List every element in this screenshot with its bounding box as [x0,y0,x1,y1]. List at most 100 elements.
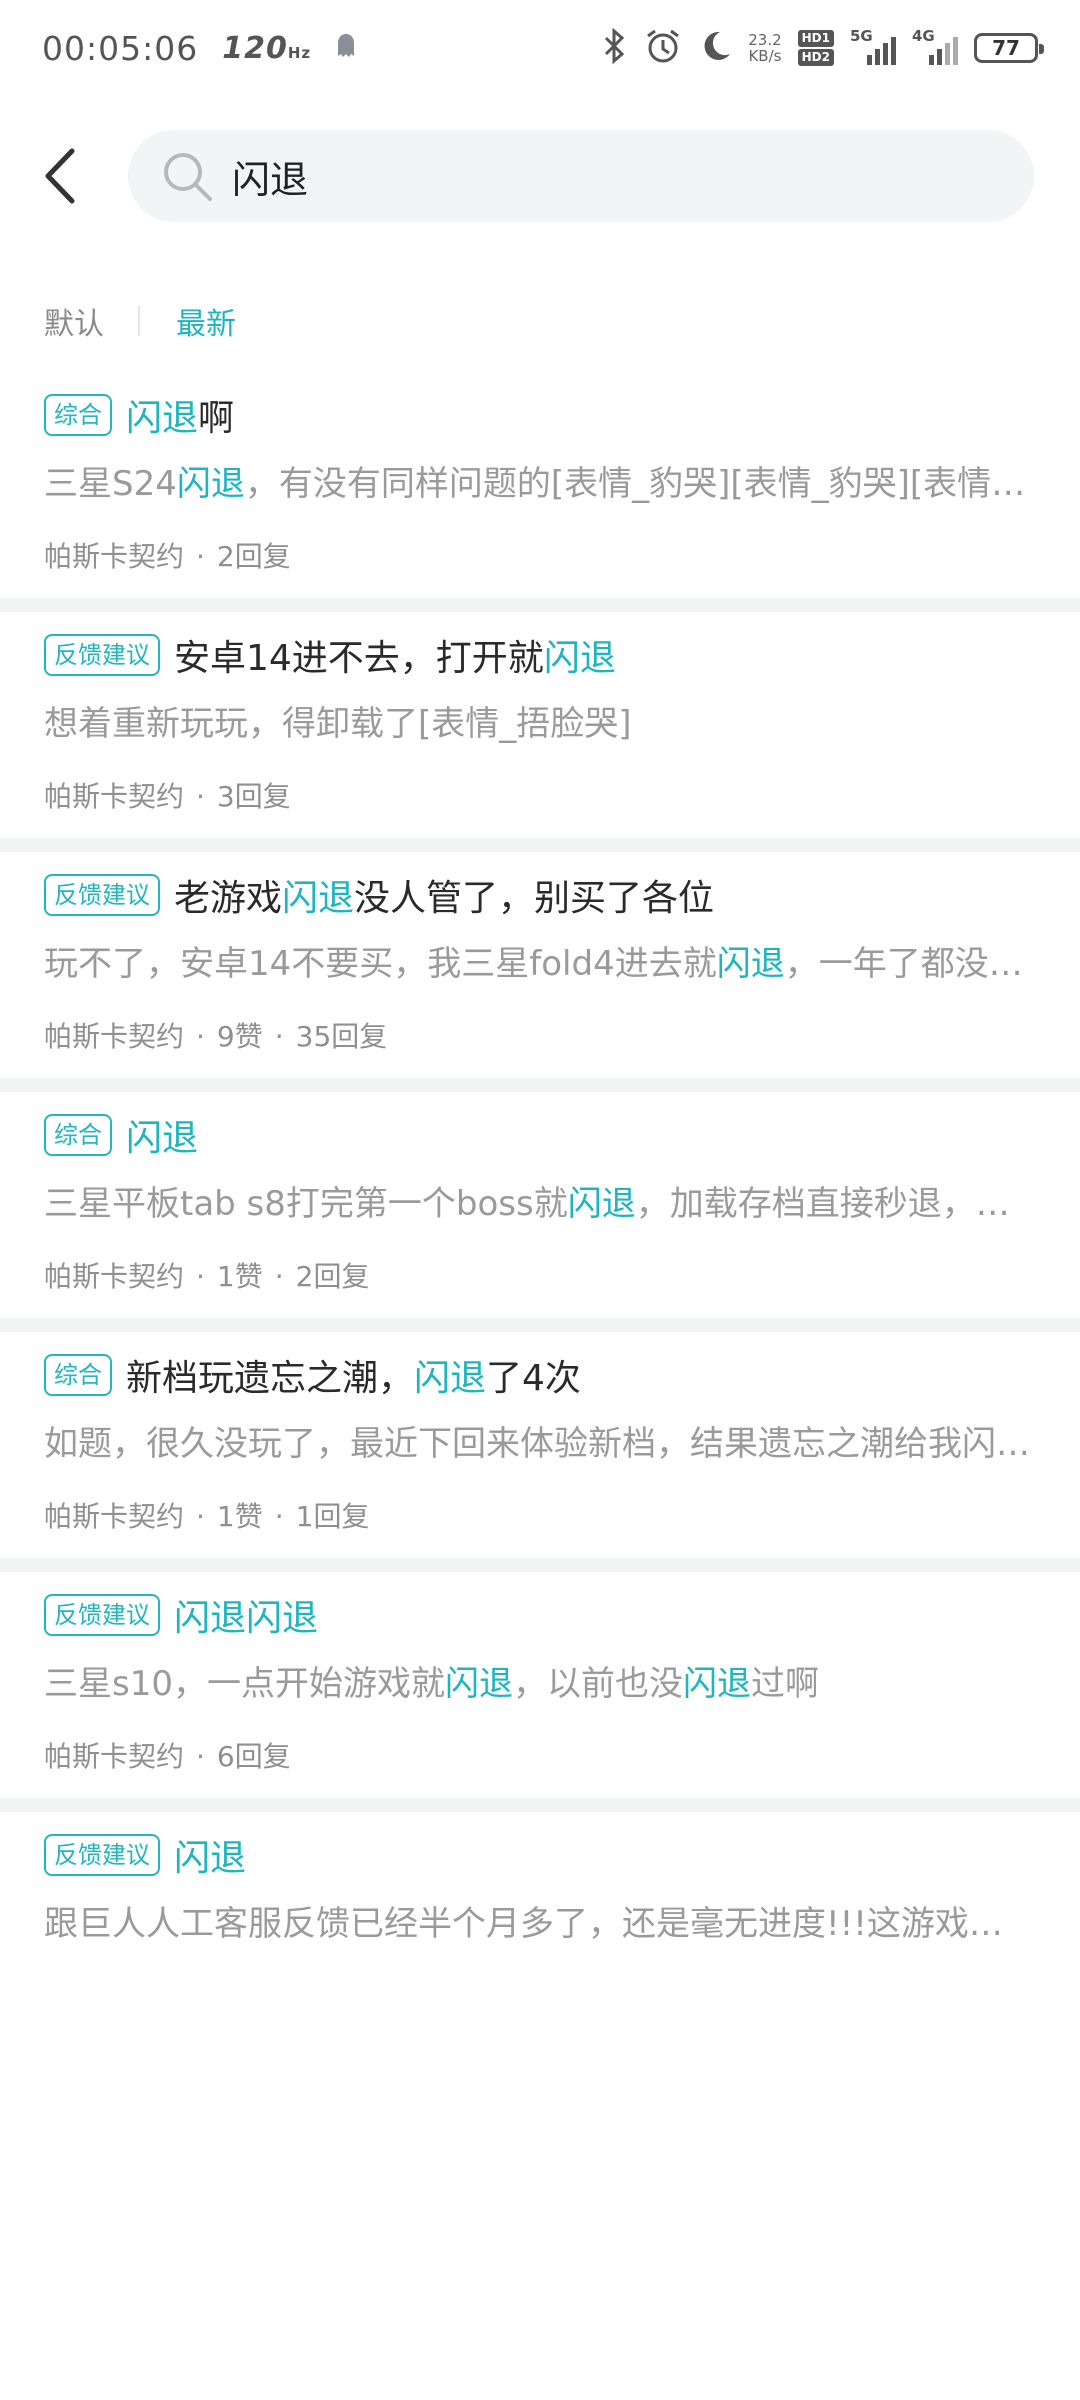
bluetooth-icon [602,27,628,68]
hd-indicator: HD1 HD2 [797,30,834,66]
post-meta: 帕斯卡契约 · 9赞 · 35回复 [44,996,1036,1078]
meta-separator: · [274,1020,284,1053]
post-separator [0,1318,1080,1332]
battery-level: 77 [992,36,1020,60]
meta-separator: · [274,1260,284,1293]
post-author: 帕斯卡契约 [44,1260,185,1293]
back-button[interactable] [30,146,90,206]
post-category-tag: 综合 [44,1354,112,1396]
post-replies: 3回复 [216,780,291,813]
sort-divider [138,306,140,336]
post-replies: 1回复 [295,1500,370,1533]
meta-separator: · [196,540,205,573]
excerpt-text: 跟巨人人工客服反馈已经半个月多了，还是毫无进度!!!这游戏还有人管吗 [44,1904,1036,1944]
signal-4g-label: 4G [912,27,935,45]
meta-separator: · [274,1500,284,1533]
highlighted-keyword: 闪退 [126,1118,199,1159]
excerpt-text: 三星s10，一点开始游戏就 [44,1664,445,1704]
search-header: 闪退 [0,128,1080,224]
post-meta: 帕斯卡契约 · 1赞 · 2回复 [44,1236,1036,1318]
meta-separator: · [196,1740,205,1773]
post-item[interactable]: 综合 新档玩遗忘之潮，闪退了4次 如题，很久没玩了，最近下回来体验新档，结果遗忘之潮… [0,1332,1080,1558]
post-category-tag: 反馈建议 [44,1594,160,1636]
post-item[interactable]: 反馈建议 闪退 跟巨人人工客服反馈已经半个月多了，还是毫无进度!!!这游戏还有人管吗 [0,1812,1080,1956]
post-category-tag: 反馈建议 [44,634,160,676]
highlighted-keyword: 闪退 [567,1184,636,1224]
post-item[interactable]: 综合 闪退啊 三星S24闪退，有没有同样问题的[表情_豹哭][表情_豹哭][表情_豹… [0,372,1080,598]
post-title-row: 反馈建议 安卓14进不去，打开就闪退 [44,612,1036,692]
excerpt-text: 三星S24 [44,464,177,504]
post-author: 帕斯卡契约 [44,540,185,573]
post-meta: 帕斯卡契约 · 2回复 [44,516,1036,598]
post-title-row: 综合 新档玩遗忘之潮，闪退了4次 [44,1332,1036,1412]
meta-separator: · [196,780,205,813]
status-bar: 00:05:06 120Hz 23.2 KB/s HD1 HD2 5G 4G 7… [0,0,1080,96]
post-title: 闪退啊 [126,389,234,441]
excerpt-text: ，一年了都没修复 [784,944,1036,984]
post-excerpt: 玩不了，安卓14不要买，我三星fold4进去就闪退，一年了都没修复 [44,932,1036,996]
post-title: 新档玩遗忘之潮，闪退了4次 [126,1349,581,1401]
post-likes: 9赞 [216,1020,263,1053]
refresh-rate-value: 120 [222,30,288,66]
status-bar-right: 23.2 KB/s HD1 HD2 5G 4G 77 [602,27,1044,69]
post-title: 闪退 [126,1109,198,1161]
search-input[interactable]: 闪退 [128,130,1034,222]
highlighted-keyword: 闪退 [444,1664,513,1704]
post-author: 帕斯卡契约 [44,780,185,813]
post-item[interactable]: 反馈建议 闪退闪退 三星s10，一点开始游戏就闪退，以前也没闪退过啊 帕斯卡契约 · 6回… [0,1572,1080,1798]
post-separator [0,1798,1080,1812]
network-speed-unit: KB/s [748,47,782,65]
hd1-badge: HD1 [797,30,834,47]
post-item[interactable]: 反馈建议 老游戏闪退没人管了，别买了各位玩不了，安卓14不要买，我三星fold4进… [0,852,1080,1078]
post-separator [0,598,1080,612]
title-text: 啊 [198,398,235,439]
clock: 00:05:06 [42,28,199,68]
battery-icon: 77 [974,33,1044,63]
sort-tabs: 默认 最新 [44,296,236,346]
highlighted-keyword: 闪退 [682,1664,751,1704]
post-title: 闪退闪退 [174,1589,318,1641]
post-category-tag: 反馈建议 [44,874,160,916]
signal-5g-label: 5G [850,27,873,45]
post-author: 帕斯卡契约 [44,1500,185,1533]
title-text: 安卓14进不去，打开就 [174,638,544,679]
tab-default[interactable]: 默认 [44,299,104,343]
post-separator [0,838,1080,852]
highlighted-keyword: 闪退 [176,464,245,504]
post-item[interactable]: 综合 闪退 三星平板tab s8打完第一个boss就闪退，加载存档直接秒退，怎么办帕… [0,1092,1080,1318]
post-title: 老游戏闪退没人管了，别买了各位 [174,869,714,921]
refresh-rate: 120Hz [222,31,311,66]
post-category-tag: 综合 [44,394,112,436]
post-replies: 35回复 [295,1020,388,1053]
post-meta: 帕斯卡契约 · 1赞 · 1回复 [44,1476,1036,1558]
post-list: 综合 闪退啊 三星S24闪退，有没有同样问题的[表情_豹哭][表情_豹哭][表情_豹… [0,372,1080,1956]
title-text: 新档玩遗忘之潮， [126,1358,415,1399]
notification-ghost-icon [335,29,357,68]
post-replies: 2回复 [295,1260,370,1293]
post-title-row: 综合 闪退啊 [44,372,1036,452]
excerpt-text: 三星平板tab s8打完第一个boss就 [44,1184,568,1224]
hd2-badge: HD2 [797,49,834,66]
post-excerpt: 三星S24闪退，有没有同样问题的[表情_豹哭][表情_豹哭][表情_豹哭] [44,452,1036,516]
post-likes: 1赞 [216,1260,263,1293]
post-item[interactable]: 反馈建议 安卓14进不去，打开就闪退想着重新玩玩，得卸载了[表情_捂脸哭] 帕斯卡契… [0,612,1080,838]
signal-5g-icon: 5G [850,27,896,65]
alarm-icon [644,27,682,69]
highlighted-keyword: 闪退 [414,1358,487,1399]
tab-newest[interactable]: 最新 [176,299,236,343]
post-excerpt: 三星平板tab s8打完第一个boss就闪退，加载存档直接秒退，怎么办 [44,1172,1036,1236]
post-likes: 1赞 [216,1500,263,1533]
moon-icon [698,29,732,67]
highlighted-keyword: 闪退 [543,638,616,679]
highlighted-keyword: 闪退 [282,878,355,919]
excerpt-text: 想着重新玩玩，得卸载了[表情_捂脸哭] [44,704,632,744]
status-bar-left: 00:05:06 120Hz [42,29,357,68]
refresh-rate-unit: Hz [287,43,312,62]
chevron-left-icon [45,148,75,204]
highlighted-keyword: 闪退 [716,944,785,984]
post-category-tag: 反馈建议 [44,1834,160,1876]
title-text: 了4次 [486,1358,581,1399]
search-query[interactable]: 闪退 [232,149,308,204]
title-text: 老游戏 [174,878,283,919]
highlighted-keyword: 闪退 [126,398,199,439]
